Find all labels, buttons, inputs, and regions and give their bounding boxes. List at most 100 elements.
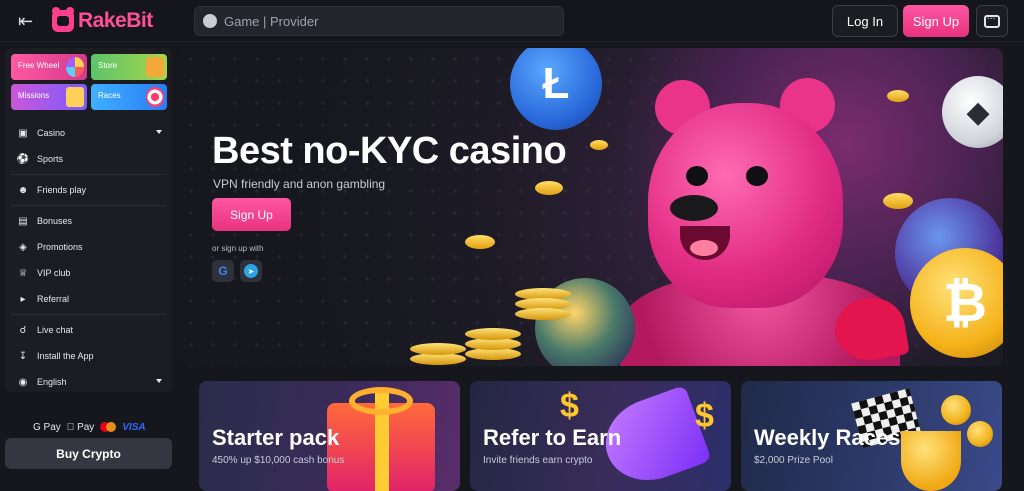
sidebar-item-label: VIP club [37, 268, 71, 278]
tile-store[interactable]: Store [91, 54, 167, 80]
sidebar-item-label: Live chat [37, 325, 74, 335]
divider [11, 314, 166, 315]
bear-eye-image [746, 166, 768, 186]
trophy-image [901, 431, 961, 491]
divider [11, 205, 166, 206]
dollar-icon: $ [695, 397, 714, 435]
crown-icon: ♕ [18, 267, 28, 279]
gift-icon: ▤ [18, 215, 28, 227]
chevron-down-icon[interactable] [156, 379, 162, 383]
sidebar-item-bonuses[interactable]: ▤ Bonuses [5, 208, 172, 234]
sidebar-item-vip-club[interactable]: ♕ VIP club [5, 260, 172, 286]
sidebar-item-promotions[interactable]: ◈ Promotions [5, 234, 172, 260]
google-icon: G [218, 264, 228, 278]
sidebar-item-label: Friends play [37, 185, 87, 195]
promo-card-starter-pack[interactable]: Starter pack 450% up $10,000 cash bonus [199, 381, 460, 491]
tile-free-wheel[interactable]: Free Wheel [11, 54, 87, 80]
search-icon [203, 14, 217, 28]
tag-icon: ◈ [19, 241, 27, 253]
divider [11, 174, 166, 175]
search-bar[interactable] [194, 6, 564, 36]
dollar-icon: $ [560, 387, 579, 425]
signup-button[interactable]: Sign Up [903, 5, 969, 37]
logo-text: RakeBit [78, 9, 153, 32]
search-input[interactable] [224, 13, 544, 29]
sidebar-item-referral[interactable]: ▸ Referral [5, 286, 172, 312]
card-subtitle: 450% up $10,000 cash bonus [212, 455, 345, 466]
chat-button[interactable] [976, 5, 1008, 37]
bear-tongue-image [690, 240, 718, 256]
cube-icon: ▣ [18, 127, 28, 139]
missions-icon [66, 87, 84, 107]
sidebar-item-label: Promotions [37, 242, 83, 252]
coin-icon [941, 395, 971, 425]
globe-icon: ◉ [18, 376, 28, 388]
sidebar: Free Wheel Store Missions Races ▣ Casino… [5, 48, 172, 392]
coin-icon [883, 193, 913, 209]
coin-icon [465, 235, 495, 249]
buy-crypto-button[interactable]: Buy Crypto [5, 438, 172, 469]
card-title: Refer to Earn [483, 425, 622, 450]
visa-logo: VISA [112, 421, 145, 433]
sidebar-item-install-app[interactable]: ↧ Install the App [5, 343, 172, 369]
sidebar-item-label: Referral [37, 294, 70, 304]
login-button[interactable]: Log In [832, 5, 898, 37]
bear-logo-icon [52, 7, 74, 32]
promo-tiles: Free Wheel Store Missions Races [11, 54, 167, 110]
tile-label: Store [98, 61, 118, 70]
hero-banner: Ł ◆ ₿ Best no-KYC casino VPN friendly an… [180, 48, 1003, 366]
sidebar-item-label: Bonuses [37, 216, 73, 226]
sidebar-item-language[interactable]: ◉ English [5, 369, 172, 395]
collapse-menu-icon[interactable]: ⇤ [18, 12, 38, 30]
users-icon: ☻ [17, 184, 29, 196]
card-subtitle: Invite friends earn crypto [483, 455, 593, 466]
card-title: Weekly Races [754, 425, 901, 450]
wheel-icon [66, 57, 84, 77]
payment-methods: G Pay  Pay VISA [33, 420, 153, 434]
tile-label: Missions [18, 91, 50, 100]
hero-signup-button[interactable]: Sign Up [212, 198, 291, 231]
coin-stack-image [410, 343, 466, 355]
promo-card-weekly-races[interactable]: Weekly Races $2,000 Prize Pool [741, 381, 1002, 491]
hero-subtitle: VPN friendly and anon gambling [213, 177, 386, 191]
ball-icon: ⚽ [16, 153, 30, 165]
google-signup-button[interactable]: G [212, 260, 234, 282]
tile-label: Races [98, 91, 121, 100]
tile-missions[interactable]: Missions [11, 84, 87, 110]
sidebar-item-label: Casino [37, 128, 66, 138]
bear-eye-image [686, 166, 708, 186]
sidebar-item-sports[interactable]: ⚽ Sports [5, 146, 172, 172]
target-icon [146, 87, 164, 107]
sidebar-item-live-chat[interactable]: ☌ Live chat [5, 317, 172, 343]
sidebar-item-casino[interactable]: ▣ Casino [5, 120, 172, 146]
download-icon: ↧ [18, 350, 28, 362]
apple-pay-logo:  Pay [66, 421, 95, 433]
coin-stack-image [465, 328, 521, 340]
sidebar-item-friends-play[interactable]: ☻ Friends play [5, 177, 172, 203]
google-pay-logo: G Pay [33, 421, 61, 433]
sidebar-item-label: Sports [37, 154, 64, 164]
chat-icon [984, 11, 1000, 28]
store-icon [146, 57, 164, 77]
card-title: Starter pack [212, 425, 340, 450]
coin-icon [590, 140, 608, 150]
coin-stack-image [515, 308, 571, 320]
chevron-down-icon[interactable] [156, 130, 162, 134]
sidebar-item-label: Install the App [37, 351, 94, 361]
social-signup-label: or sign up with [212, 244, 264, 253]
mastercard-icon [100, 422, 117, 432]
coin-icon [967, 421, 993, 447]
telegram-signup-button[interactable]: ➤ [240, 260, 262, 282]
sidebar-nav: ▣ Casino ⚽ Sports ☻ Friends play ▤ Bonus… [5, 120, 172, 395]
tile-races[interactable]: Races [91, 84, 167, 110]
sidebar-item-label: English [37, 377, 67, 387]
coin-icon [535, 181, 563, 195]
hero-title: Best no-KYC casino [212, 130, 567, 172]
promo-card-refer-to-earn[interactable]: $ $ Refer to Earn Invite friends earn cr… [470, 381, 731, 491]
top-bar: ⇤ RakeBit Log In Sign Up [0, 0, 1024, 42]
bear-nose-image [670, 195, 718, 221]
headset-icon: ☌ [19, 324, 27, 336]
coin-icon [887, 90, 909, 102]
logo[interactable]: RakeBit [52, 7, 153, 33]
gift-bow-image [349, 387, 413, 415]
